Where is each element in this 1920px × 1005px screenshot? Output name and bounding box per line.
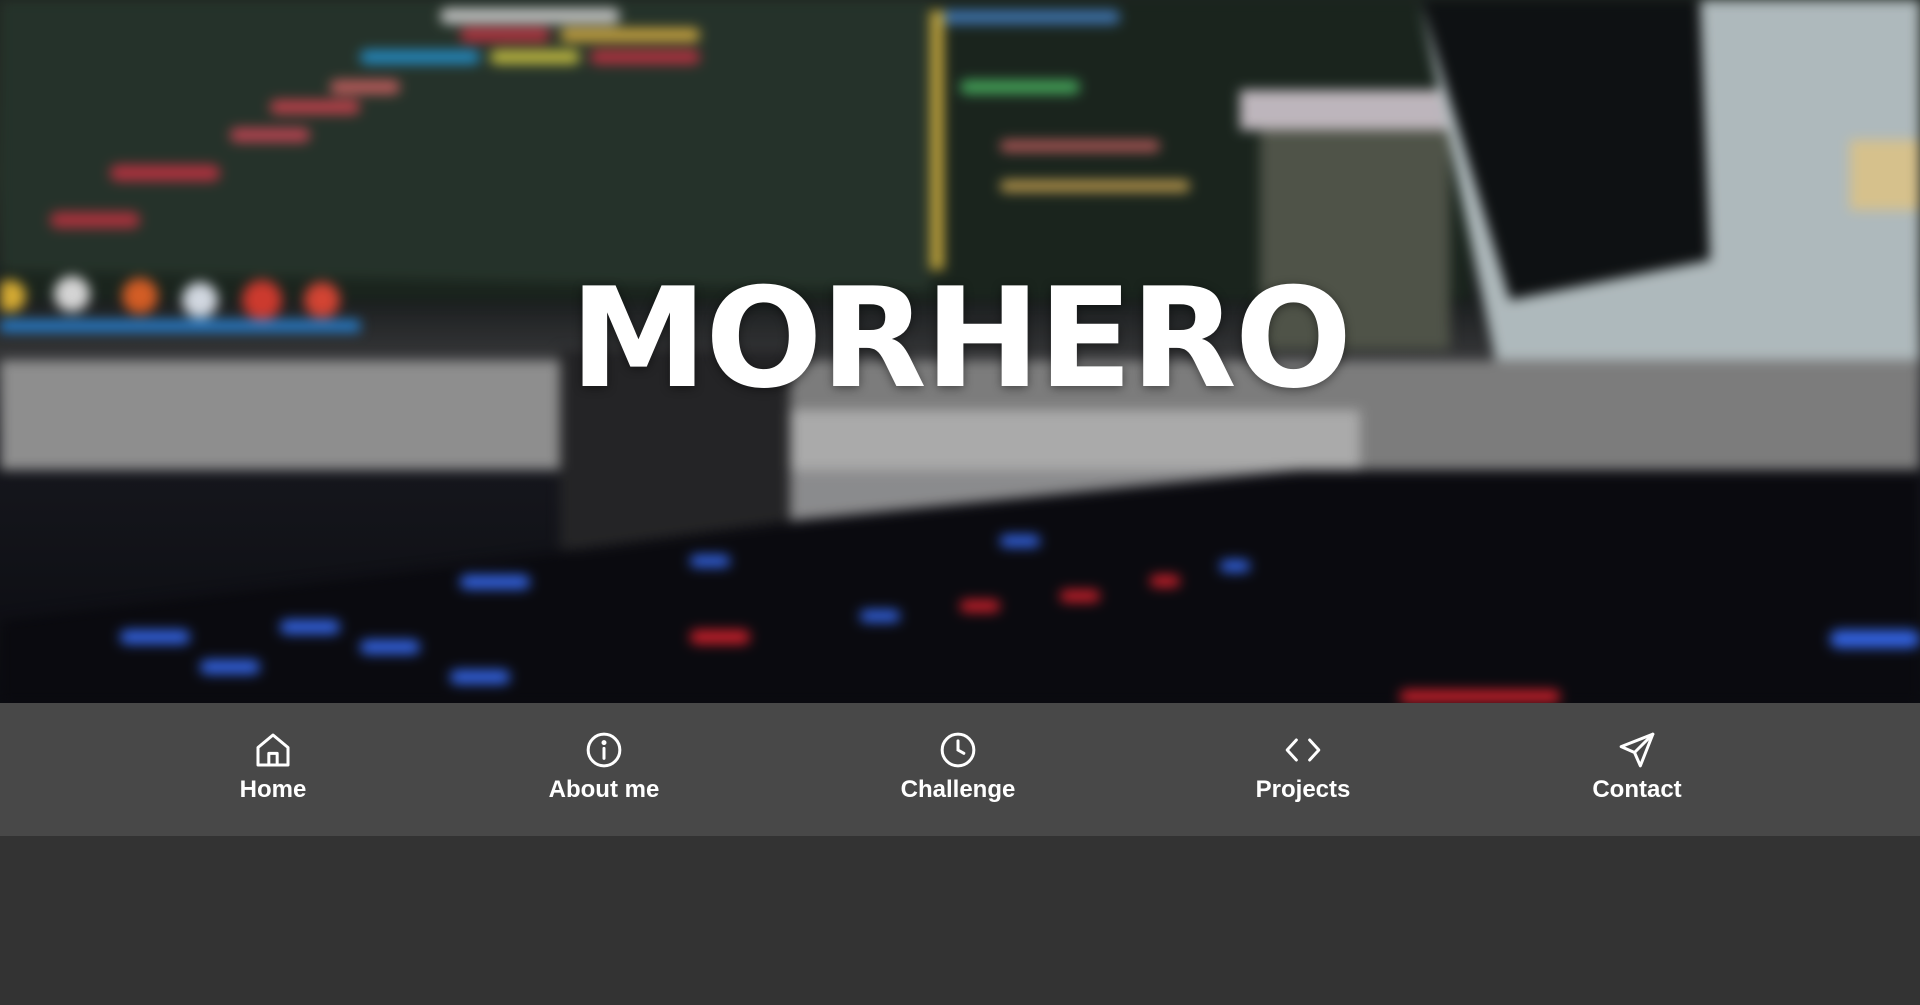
nav-label-contact: Contact — [1592, 776, 1682, 803]
send-icon — [1617, 730, 1657, 770]
home-icon — [253, 730, 293, 770]
bottom-navigation: Home About me Challenge Projects Contact — [0, 703, 1920, 836]
clock-icon — [938, 730, 978, 770]
nav-item-home[interactable]: Home — [153, 703, 393, 836]
info-icon — [584, 730, 624, 770]
site-title: MORHERO — [569, 258, 1352, 419]
nav-label-challenge: Challenge — [900, 776, 1016, 803]
hero-banner: MORHERO — [0, 0, 1920, 703]
code-icon — [1283, 730, 1323, 770]
nav-item-about-me[interactable]: About me — [484, 703, 724, 836]
nav-label-projects: Projects — [1255, 776, 1351, 803]
page-content — [0, 836, 1920, 1005]
nav-item-challenge[interactable]: Challenge — [838, 703, 1078, 836]
nav-label-home: Home — [239, 776, 307, 803]
nav-item-contact[interactable]: Contact — [1517, 703, 1757, 836]
nav-label-about-me: About me — [548, 776, 660, 803]
nav-item-projects[interactable]: Projects — [1183, 703, 1423, 836]
